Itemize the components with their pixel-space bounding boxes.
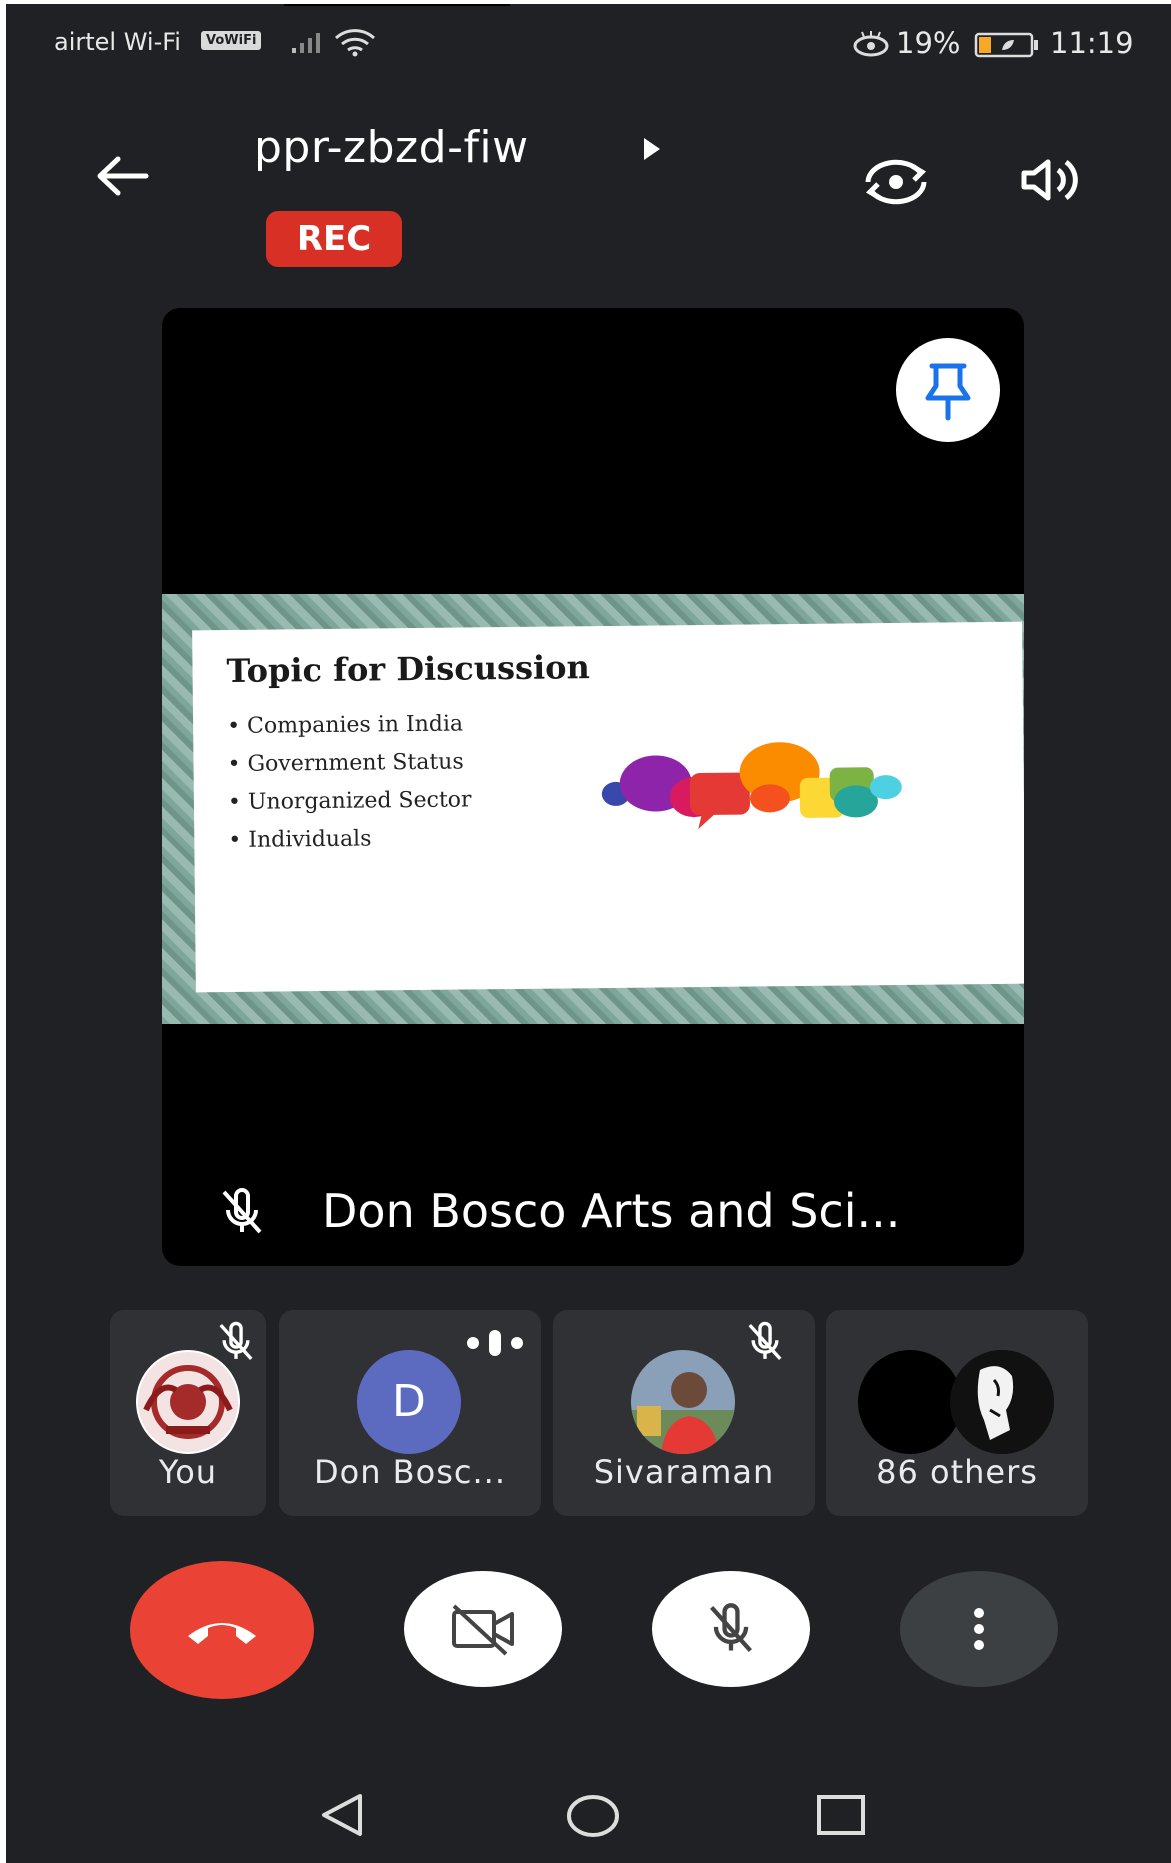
nav-back-icon[interactable] (318, 1792, 366, 1838)
pin-button[interactable] (896, 338, 1000, 442)
participant-name: Sivaraman (593, 1453, 775, 1491)
presentation-tile[interactable]: Topic for Discussion Companies in India … (162, 308, 1024, 1266)
slide-bullet: Companies in India (227, 705, 471, 746)
participant-name: Don Bosc... (314, 1453, 506, 1491)
speech-bubbles-illustration (601, 742, 902, 830)
expand-arrow-icon[interactable] (642, 136, 662, 162)
sketch-avatar-image (950, 1350, 1054, 1454)
status-bar: airtel Wi-Fi VoWiFi 19% 11:19 (6, 4, 1171, 84)
tile-caption: Don Bosco Arts and Sci... (162, 1156, 1024, 1266)
camera-toggle-button[interactable] (404, 1571, 562, 1687)
clock: 11:19 (1050, 26, 1134, 60)
avatar-others-1 (858, 1350, 962, 1454)
participant-tile-don-bosco[interactable]: D Don Bosc... (279, 1310, 541, 1516)
mic-toggle-button[interactable] (652, 1571, 810, 1687)
mic-off-icon (222, 1188, 262, 1234)
slide-bullet: Government Status (227, 743, 471, 784)
slide-bullet: Unorganized Sector (228, 781, 472, 822)
avatar (631, 1350, 735, 1454)
participant-name: 86 others (876, 1453, 1038, 1491)
more-vert-icon (974, 1608, 984, 1650)
nav-recents-icon[interactable] (816, 1794, 866, 1836)
nav-home-icon[interactable] (566, 1794, 620, 1838)
presenter-name: Don Bosco Arts and Sci... (322, 1184, 901, 1238)
carrier-label: airtel Wi-Fi (54, 28, 181, 56)
mic-off-icon (710, 1603, 752, 1652)
meeting-code[interactable]: ppr-zbzd-fiw (254, 122, 529, 173)
camera-off-icon (452, 1604, 514, 1656)
wifi-icon (334, 29, 376, 57)
participant-tile-others[interactable]: 86 others (826, 1310, 1088, 1516)
end-call-icon (188, 1623, 256, 1644)
pin-icon (925, 363, 971, 421)
avatar (136, 1350, 240, 1454)
participant-tile-you[interactable]: You (110, 1310, 266, 1516)
photo-avatar-image (631, 1350, 735, 1454)
back-arrow-icon[interactable] (94, 154, 150, 198)
signal-icon (292, 33, 320, 53)
avatar: D (357, 1350, 461, 1454)
battery-percent: 19% (896, 26, 961, 60)
mic-off-icon (748, 1321, 782, 1361)
battery-icon (974, 32, 1038, 58)
switch-camera-icon[interactable] (858, 154, 934, 210)
slide-bullet: Individuals (228, 819, 472, 860)
avatar-others-2 (950, 1350, 1054, 1454)
vowifi-badge: VoWiFi (201, 31, 262, 50)
mic-off-icon (219, 1321, 253, 1361)
meet-call-screen: airtel Wi-Fi VoWiFi 19% 11:19 ppr-zbzd-f… (6, 4, 1171, 1863)
more-options-button[interactable] (900, 1571, 1058, 1687)
recording-badge: REC (266, 211, 402, 267)
shared-slide: Topic for Discussion Companies in India … (162, 594, 1024, 1024)
emblem-avatar-image (138, 1352, 238, 1452)
participant-tile-sivaraman[interactable]: Sivaraman (553, 1310, 815, 1516)
speaking-indicator-icon (467, 1330, 523, 1356)
speaker-icon[interactable] (1018, 156, 1082, 204)
end-call-button[interactable] (130, 1561, 314, 1699)
slide-bullet-list: Companies in India Government Status Uno… (227, 705, 472, 860)
slide-title: Topic for Discussion (226, 648, 590, 690)
participant-name: You (158, 1453, 218, 1491)
slide-page: Topic for Discussion Companies in India … (192, 621, 1024, 993)
eye-comfort-icon (853, 31, 889, 57)
